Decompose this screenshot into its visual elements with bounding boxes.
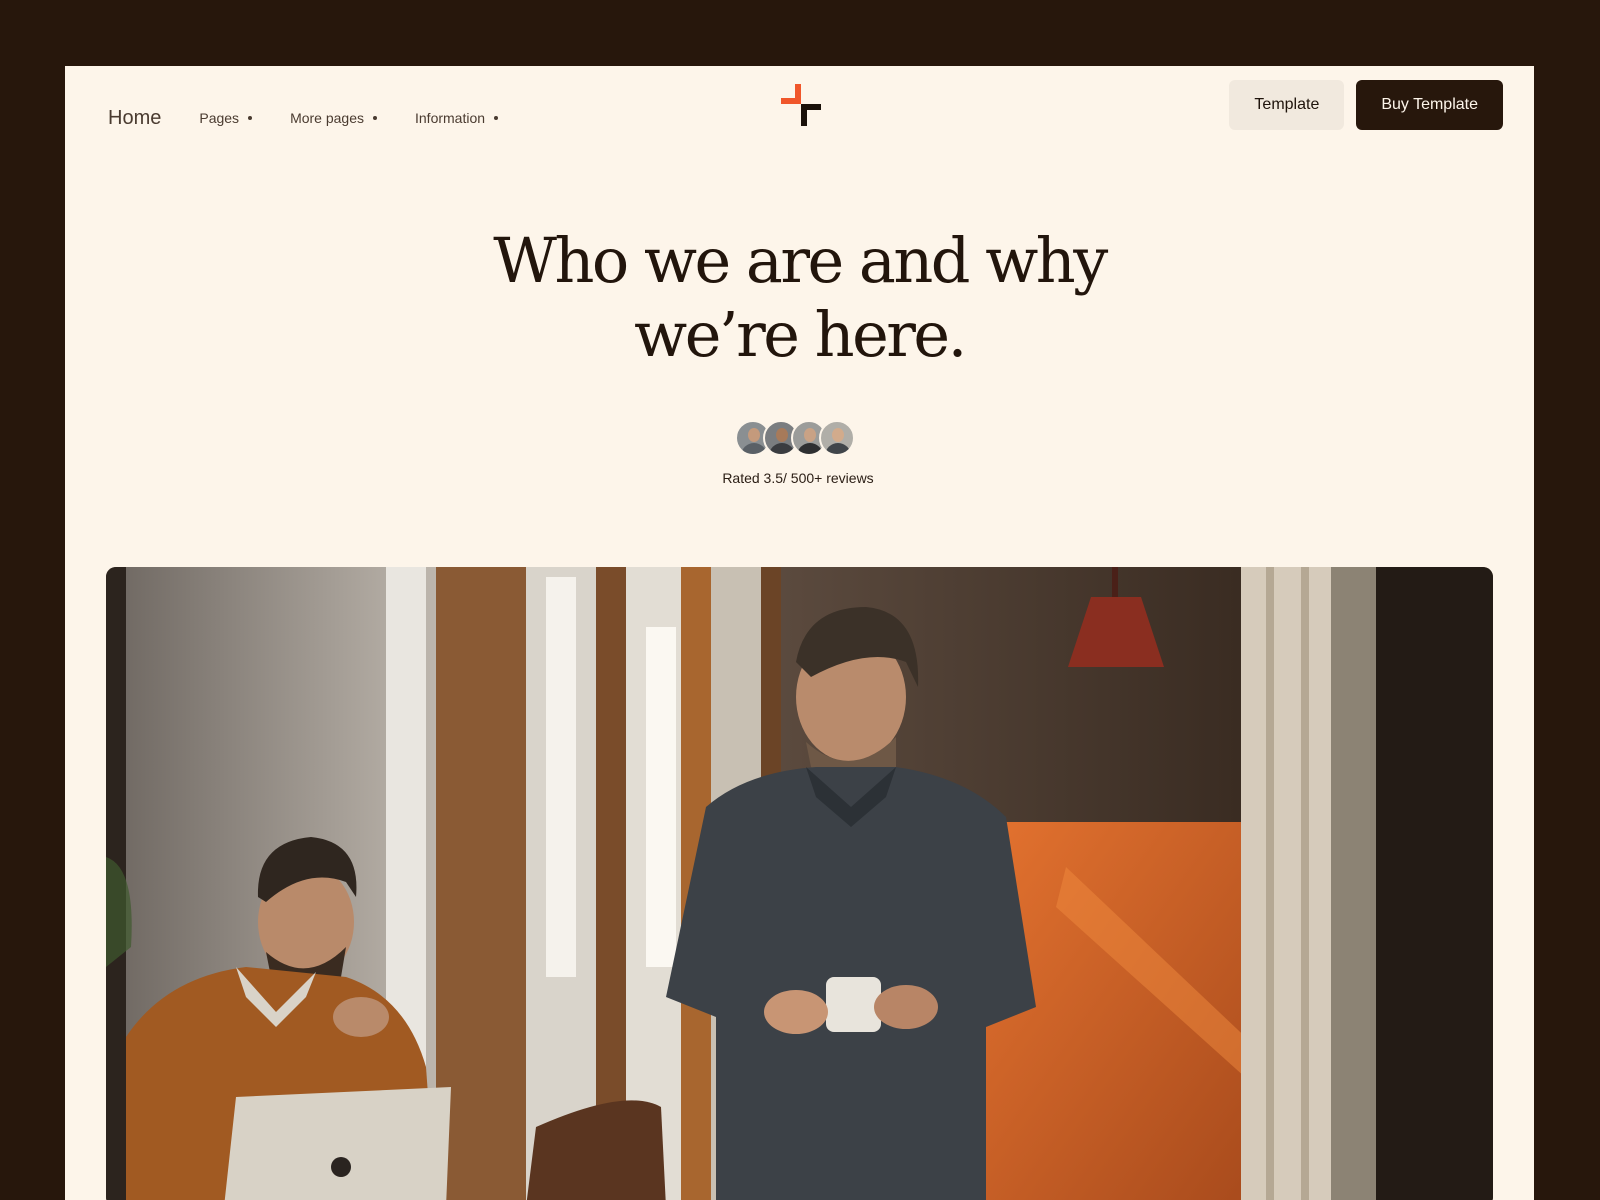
hero-heading-line-2: we’re here. — [634, 298, 967, 371]
rating-text: Rated 3.5/ 500+ reviews — [722, 470, 874, 486]
page-frame: Home Pages More pages Information Templa… — [65, 66, 1534, 1200]
template-button[interactable]: Template — [1229, 80, 1345, 130]
header-actions: Template Buy Template — [1229, 80, 1503, 130]
nav-item-more-pages[interactable]: More pages — [290, 110, 377, 126]
nav-item-label: Information — [415, 110, 486, 126]
dot-icon — [373, 116, 377, 120]
brand-logo-icon[interactable] — [779, 84, 823, 128]
buy-template-button[interactable]: Buy Template — [1356, 80, 1503, 130]
dot-icon — [248, 116, 253, 120]
main-nav: Home Pages More pages Information — [108, 90, 536, 146]
team-office-photo — [106, 567, 1493, 1200]
hero-heading-line-1: Who we are and why — [493, 224, 1108, 297]
avatar — [819, 420, 855, 456]
nav-home-link[interactable]: Home — [108, 107, 161, 130]
reviewer-avatars — [735, 420, 857, 456]
dot-icon — [494, 116, 499, 120]
nav-item-label: More pages — [290, 110, 364, 126]
hero-heading: Who we are and why we’re here. — [65, 224, 1534, 372]
nav-item-information[interactable]: Information — [415, 110, 499, 126]
nav-item-label: Pages — [199, 110, 240, 126]
nav-item-pages[interactable]: Pages — [199, 110, 253, 126]
